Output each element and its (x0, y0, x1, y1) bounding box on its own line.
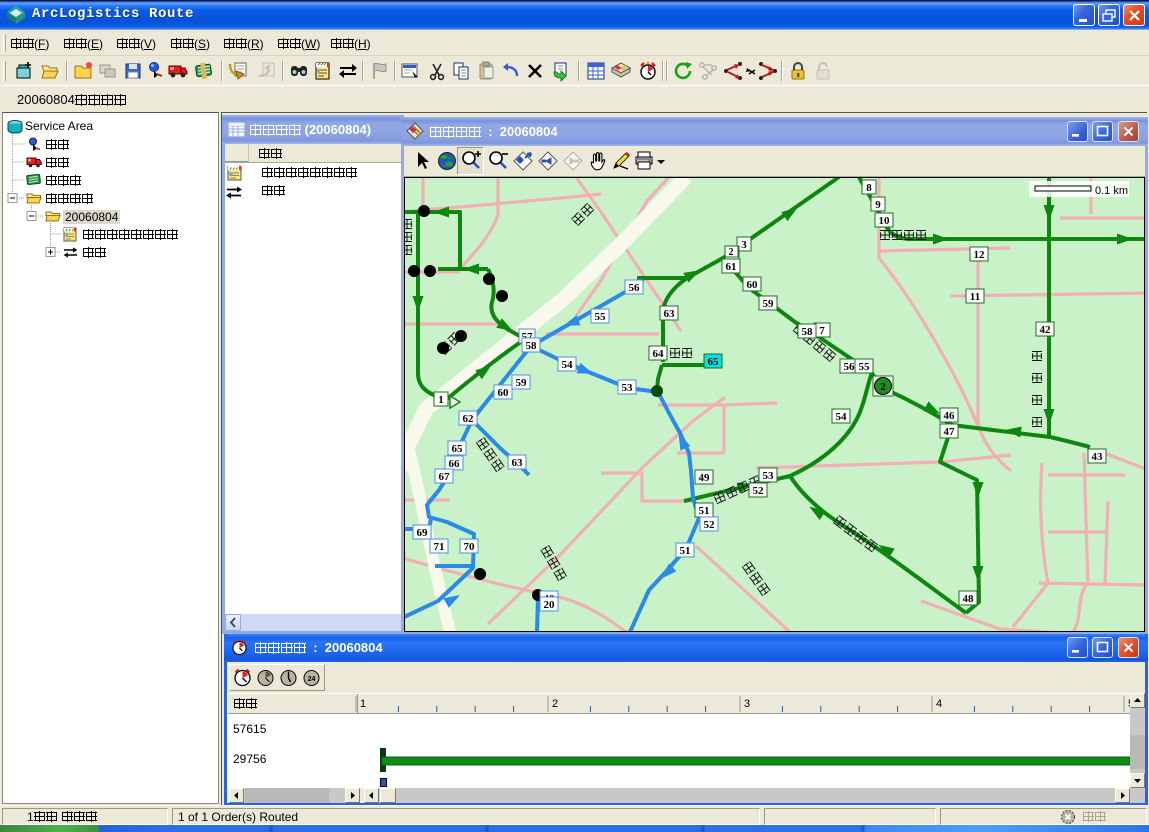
svg-text:55: 55 (859, 361, 871, 373)
svg-text:60: 60 (498, 387, 510, 399)
svg-text:0.1 km: 0.1 km (1095, 185, 1128, 197)
svg-text:20: 20 (544, 599, 556, 611)
svg-text:60: 60 (747, 279, 759, 291)
svg-text:61: 61 (726, 261, 737, 273)
svg-text:3: 3 (741, 239, 747, 251)
svg-text:59: 59 (763, 298, 775, 310)
svg-text:51: 51 (699, 505, 710, 517)
svg-text:4: 4 (936, 698, 942, 710)
svg-text:12: 12 (974, 249, 986, 261)
svg-text:56: 56 (629, 282, 641, 294)
svg-text:55: 55 (595, 311, 607, 323)
svg-text:52: 52 (753, 485, 765, 497)
svg-text:9: 9 (875, 199, 881, 211)
svg-text:2: 2 (880, 381, 886, 393)
svg-text:1: 1 (438, 394, 444, 406)
svg-text:42: 42 (1040, 324, 1052, 336)
svg-text:2: 2 (552, 698, 558, 710)
svg-text:10: 10 (879, 215, 891, 227)
svg-text:59: 59 (516, 377, 528, 389)
svg-text:1: 1 (360, 698, 366, 710)
svg-text:7: 7 (819, 325, 825, 337)
svg-text:49: 49 (699, 472, 711, 484)
svg-text:54: 54 (836, 411, 848, 423)
svg-text:63: 63 (664, 308, 676, 320)
svg-text:66: 66 (449, 458, 461, 470)
svg-text:3: 3 (744, 698, 750, 710)
svg-text:65: 65 (708, 356, 720, 368)
svg-text:67: 67 (439, 471, 451, 483)
svg-text:47: 47 (944, 426, 956, 438)
svg-text:48: 48 (963, 593, 975, 605)
svg-text:8: 8 (866, 182, 872, 194)
svg-text:2: 2 (729, 247, 734, 258)
svg-text:52: 52 (704, 519, 716, 531)
svg-text:58: 58 (526, 340, 538, 352)
svg-text:43: 43 (1092, 451, 1104, 463)
svg-text:56: 56 (844, 361, 856, 373)
svg-text:51: 51 (680, 545, 691, 557)
svg-text:11: 11 (970, 291, 980, 303)
svg-text:54: 54 (562, 359, 574, 371)
svg-text:46: 46 (944, 410, 956, 422)
svg-text:63: 63 (512, 457, 524, 469)
svg-text:53: 53 (763, 470, 775, 482)
svg-text:65: 65 (452, 443, 464, 455)
svg-text:53: 53 (622, 382, 634, 394)
svg-text:69: 69 (417, 527, 429, 539)
svg-text:64: 64 (653, 348, 665, 360)
svg-text:70: 70 (464, 541, 476, 553)
svg-text:58: 58 (802, 326, 814, 338)
svg-text:71: 71 (434, 541, 445, 553)
svg-text:62: 62 (463, 413, 475, 425)
svg-text:24: 24 (308, 676, 316, 683)
